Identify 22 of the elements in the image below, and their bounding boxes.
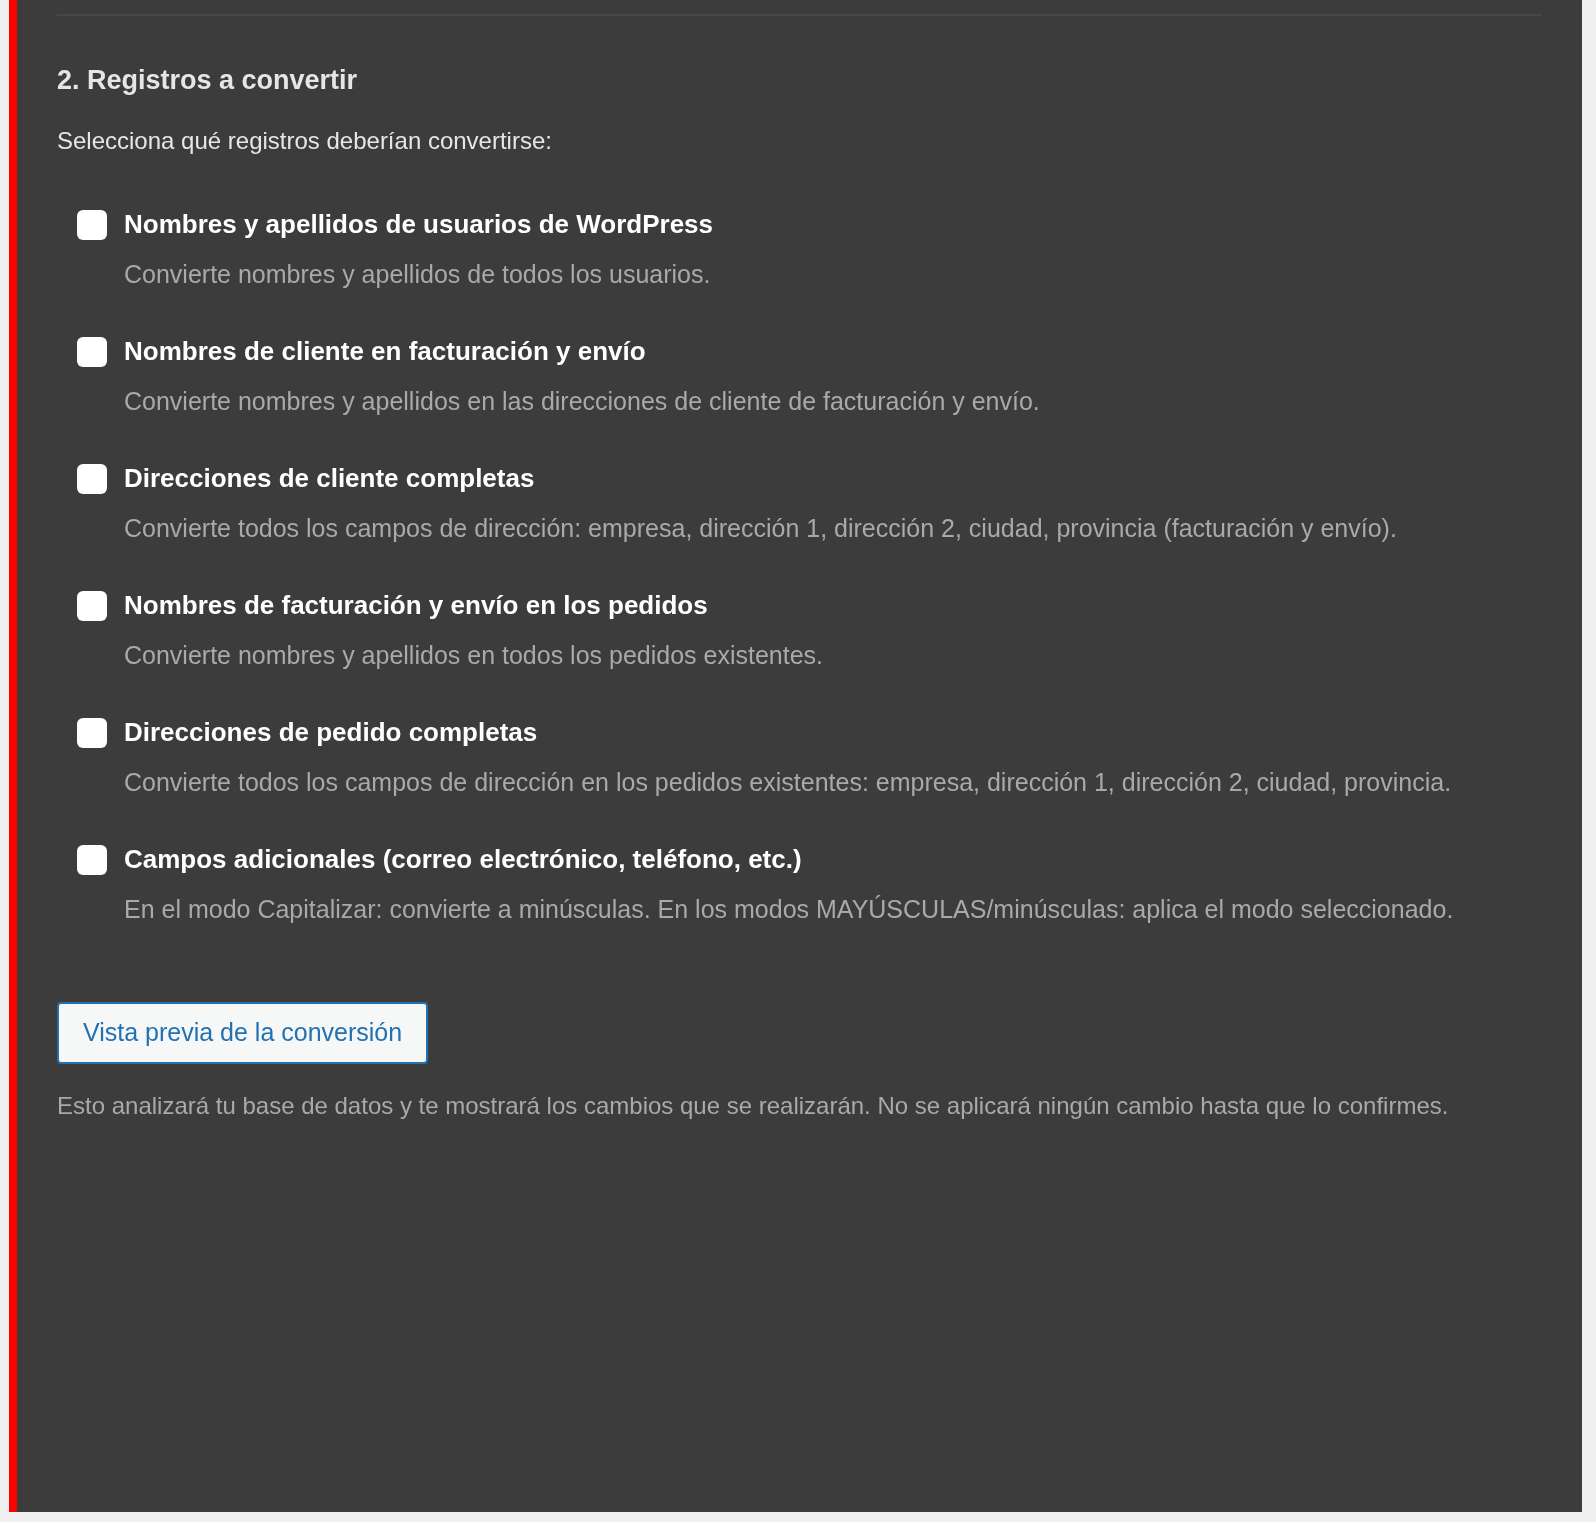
note-text: Esto analizará tu base de datos y te mostrará los cambios que se realizarán. No se aplicará ningún cambio hasta que lo confirmes. (57, 1091, 1450, 1121)
option-description: Convierte nombres y apellidos en las direcciones de cliente de facturación y envío. (124, 386, 1040, 417)
checkbox[interactable] (77, 591, 107, 621)
option-label: Nombres de cliente en facturación y envío (124, 335, 646, 367)
checkbox[interactable] (77, 464, 107, 494)
option-description: Convierte nombres y apellidos de todos los usuarios. (124, 259, 712, 290)
option-description: Convierte todos los campos de dirección en los pedidos existentes: empresa, dirección 1, dirección 2, ciudad, provincia. (124, 767, 1452, 798)
option-label: Nombres y apellidos de usuarios de WordPress (124, 208, 714, 240)
checkbox[interactable] (77, 210, 107, 240)
option-description: Convierte nombres y apellidos en todos los pedidos existentes. (124, 640, 823, 671)
checkbox[interactable] (77, 337, 107, 367)
option-label: Direcciones de pedido completas (124, 716, 538, 748)
option-description: Convierte todos los campos de dirección: empresa, dirección 1, dirección 2, ciudad, provincia (facturación y envío). (124, 513, 1397, 544)
section-title: 2. Registros a convertir (57, 64, 358, 96)
option-label: Direcciones de cliente completas (124, 462, 535, 494)
checkbox[interactable] (77, 845, 107, 875)
option-label: Nombres de facturación y envío en los pedidos (124, 589, 708, 621)
option-label: Campos adicionales (correo electrónico, teléfono, etc.) (124, 843, 802, 875)
preview-button[interactable]: Vista previa de la conversión (57, 1002, 429, 1064)
option-description: En el modo Capitalizar: convierte a minúsculas. En los modos MAYÚSCULAS/minúsculas: aplica el modo seleccionado. (124, 894, 1454, 925)
intro-text: Selecciona qué registros deberían convertirse: (57, 126, 552, 156)
checkbox[interactable] (77, 718, 107, 748)
